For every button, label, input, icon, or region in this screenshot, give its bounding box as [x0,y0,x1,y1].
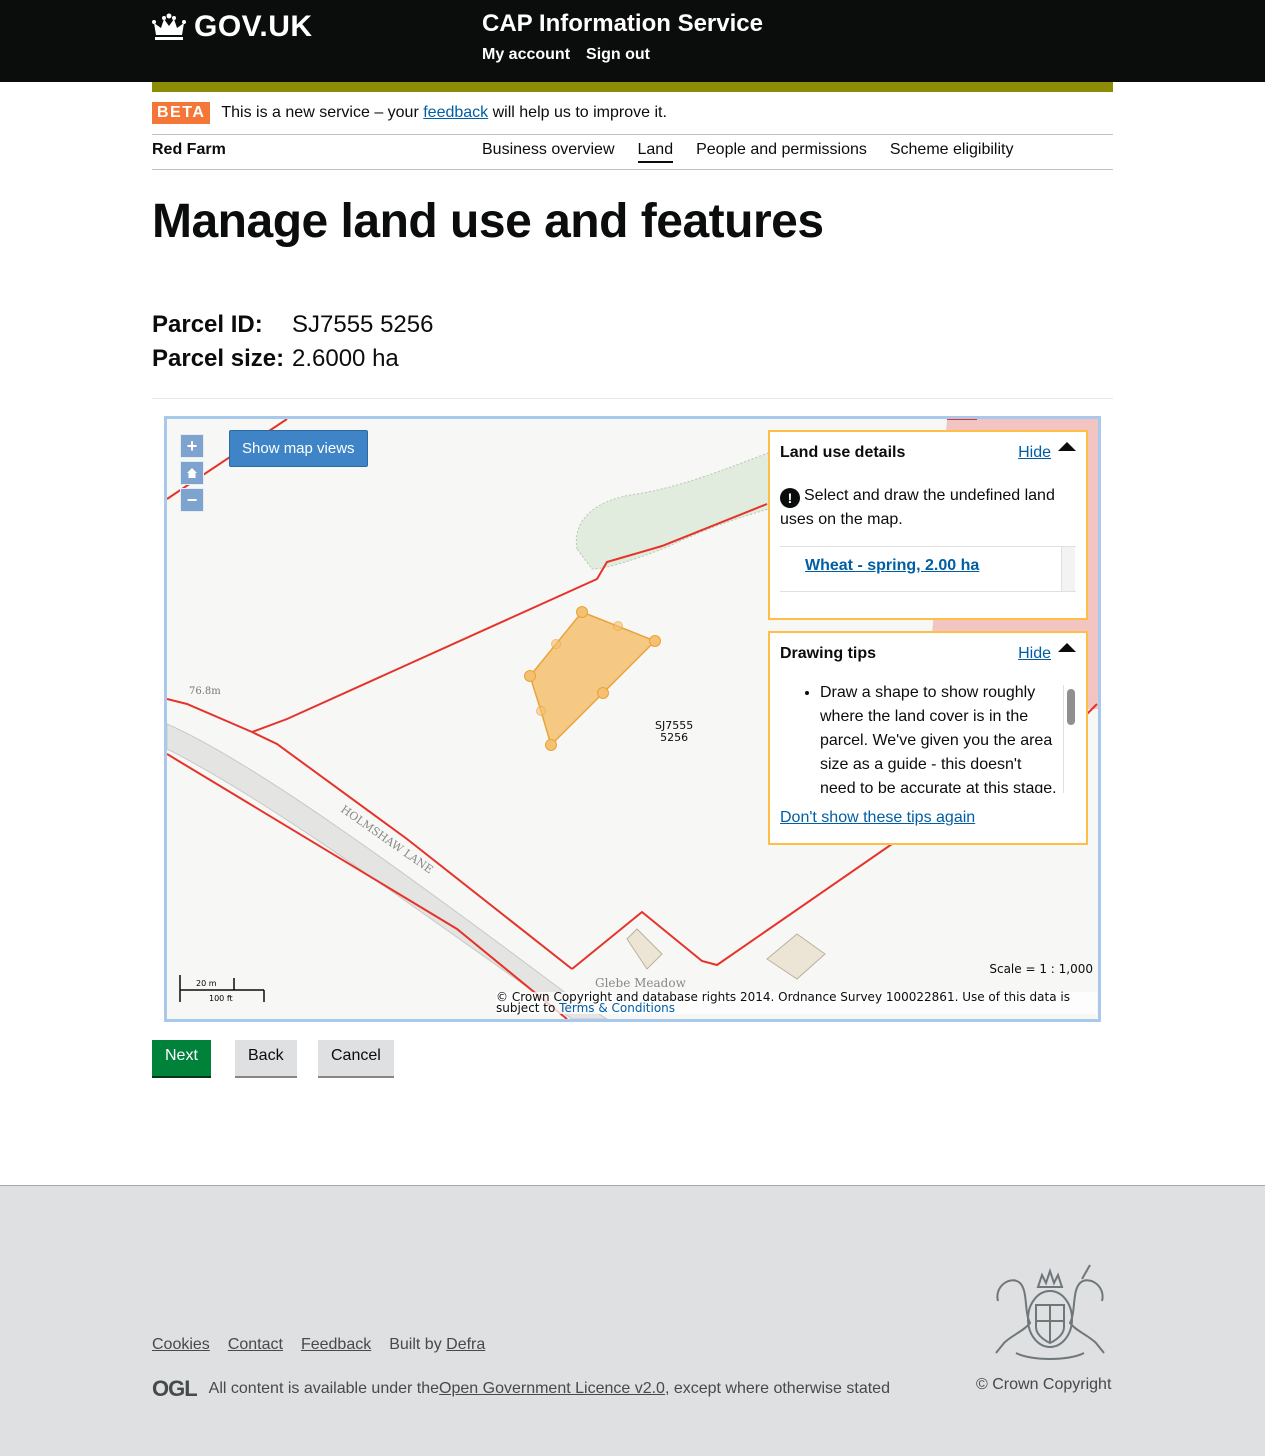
footer-link-contact[interactable]: Contact [228,1336,283,1354]
footer-links: Cookies Contact Feedback Built by Defra [152,1336,485,1354]
parcel-size-row: Parcel size: 2.6000 ha [152,345,399,373]
site-footer: Cookies Contact Feedback Built by Defra … [0,1185,1265,1456]
land-use-warning: ! Select and draw the undefined land uses… [780,487,1055,528]
land-use-panel: Land use details Hide ! Select and draw t… [768,430,1088,620]
cancel-button[interactable]: Cancel [318,1040,394,1076]
built-by: Built by Defra [389,1336,486,1353]
sign-out-link[interactable]: Sign out [586,46,650,64]
page-title: Manage land use and features [152,195,824,248]
collapse-icon[interactable] [1058,643,1076,652]
land-use-list: Wheat - spring, 2.00 ha [780,546,1076,592]
royal-arms-crest-icon [986,1261,1114,1370]
map-copyright: © Crown Copyright and database rights 20… [496,991,1097,1015]
terms-link[interactable]: Terms & Conditions [559,1001,675,1015]
feedback-link[interactable]: feedback [423,104,488,121]
map-parcel-label: SJ7555 5256 [655,719,694,744]
beta-tag: BETA [152,102,211,124]
site-header: GOV.UK CAP Information Service My accoun… [0,0,1265,82]
scrollbar-thumb[interactable] [1067,689,1075,725]
drawing-tips-title: Drawing tips [780,645,877,662]
drawing-tips-hide-link[interactable]: Hide [1018,645,1051,663]
land-use-panel-title: Land use details [780,444,906,461]
dont-show-tips-link[interactable]: Don't show these tips again [780,809,975,827]
map-building [626,928,663,970]
govuk-logo[interactable]: GOV.UK [152,10,313,44]
crown-copyright[interactable]: © Crown Copyright [976,1376,1111,1394]
tab-business-overview[interactable]: Business overview [482,141,615,163]
phase-bar [152,82,1113,92]
svg-text:100 ft: 100 ft [209,994,233,1003]
logo-text: GOV.UK [194,10,313,43]
crown-icon [152,13,186,41]
beta-text: This is a new service – your feedback wi… [221,104,667,121]
footer-link-cookies[interactable]: Cookies [152,1336,210,1354]
collapse-icon[interactable] [1058,442,1076,451]
home-button[interactable] [180,461,204,485]
drawing-tip: Draw a shape to show roughly where the l… [820,681,1060,793]
account-nav: My account Sign out [482,46,650,64]
parcel-id-label: Parcel ID: [152,311,263,338]
map-building [766,933,826,980]
land-use-item[interactable]: Wheat - spring, 2.00 ha [805,557,979,575]
my-account-link[interactable]: My account [482,46,570,64]
footer-link-feedback[interactable]: Feedback [301,1336,371,1354]
parcel-size-value: 2.6000 ha [292,345,399,372]
map-viewer[interactable]: 76.8m HOLMSHAW LANE Glebe Meadow + − Sho… [164,416,1101,1022]
section-nav: Business overview Land People and permis… [482,141,1013,163]
show-map-views-button[interactable]: Show map views [229,430,368,467]
tab-land[interactable]: Land [637,141,674,163]
map-spot-height: 76.8m [189,686,221,697]
map-place-label: Glebe Meadow [595,976,687,990]
drawing-tips-panel: Drawing tips Hide Draw a shape to show r… [768,631,1088,845]
warning-icon: ! [780,488,800,508]
zoom-out-button[interactable]: − [180,488,204,512]
ogl-logo: OGL [152,1376,198,1401]
footer-licence: OGL All content is available under the O… [152,1376,890,1401]
map-scale-text: Scale = 1 : 1,000 [989,962,1093,976]
drawing-tips-list[interactable]: Draw a shape to show roughly where the l… [780,681,1076,793]
divider [152,398,1113,399]
tab-people-and-permissions[interactable]: People and permissions [696,141,867,163]
back-button[interactable]: Back [235,1040,297,1076]
parcel-size-label: Parcel size: [152,345,285,372]
divider [152,169,1113,170]
parcel-id-row: Parcel ID: SJ7555 5256 [152,311,433,339]
home-icon [186,464,198,482]
footer-link-defra[interactable]: Defra [446,1336,485,1353]
divider [152,134,1113,135]
parcel-id-value: SJ7555 5256 [292,311,434,338]
zoom-in-button[interactable]: + [180,434,204,458]
scrollbar[interactable] [1061,547,1075,591]
phase-banner: BETA This is a new service – your feedba… [152,102,667,124]
licence-link[interactable]: Open Government Licence v2.0 [439,1380,665,1398]
svg-text:20 m: 20 m [196,979,217,988]
map-scale-bar: 20 m 100 ft [179,975,265,1003]
next-button[interactable]: Next [152,1040,211,1076]
drawn-land-use-shape[interactable] [524,606,661,751]
farm-name: Red Farm [152,141,226,158]
service-name[interactable]: CAP Information Service [482,10,763,38]
tab-scheme-eligibility[interactable]: Scheme eligibility [890,141,1014,163]
land-use-hide-link[interactable]: Hide [1018,444,1051,462]
